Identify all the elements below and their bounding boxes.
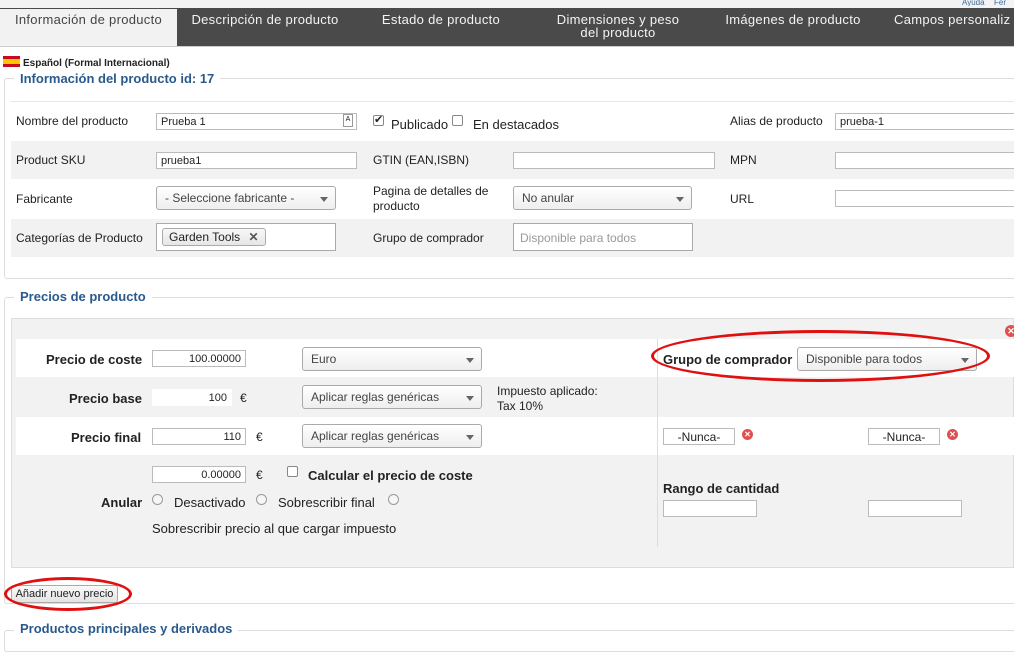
base-currency-symbol: € bbox=[240, 391, 247, 405]
override-disabled-radio[interactable] bbox=[152, 494, 163, 505]
product-sku-input[interactable]: prueba1 bbox=[156, 152, 357, 169]
qty-from-input[interactable] bbox=[663, 500, 757, 517]
tab-product-images[interactable]: Imágenes de producto bbox=[707, 9, 879, 46]
tab-dimensions-weight[interactable]: Dimensiones y peso del producto bbox=[529, 9, 707, 46]
language-label: Español (Formal Internacional) bbox=[23, 58, 170, 69]
details-page-label: Pagina de detalles de producto bbox=[373, 184, 489, 213]
mpn-label: MPN bbox=[730, 153, 757, 167]
mpn-input[interactable] bbox=[835, 152, 1014, 169]
qty-to-input[interactable] bbox=[868, 500, 962, 517]
remove-price-icon[interactable]: ✕ bbox=[1005, 325, 1014, 337]
categories-multiselect[interactable]: Garden Tools ✕ bbox=[156, 223, 336, 251]
final-price-input[interactable]: 110 bbox=[152, 428, 246, 445]
tab-product-info[interactable]: Información de producto bbox=[0, 9, 177, 46]
chevron-down-icon bbox=[466, 358, 474, 363]
gtin-input[interactable] bbox=[513, 152, 715, 169]
url-label: URL bbox=[730, 192, 755, 206]
spain-flag-icon bbox=[3, 56, 20, 67]
override-tax-radio[interactable] bbox=[388, 494, 399, 505]
product-alias-input[interactable]: prueba-1 bbox=[835, 113, 1014, 130]
shopper-group-label: Grupo de comprador bbox=[373, 231, 484, 245]
cost-price-label: Precio de coste bbox=[46, 352, 143, 367]
product-prices-legend: Precios de producto bbox=[14, 289, 152, 304]
cost-price-input[interactable]: 100.00000 bbox=[152, 350, 246, 367]
tax-applied-label: Impuesto aplicado: bbox=[497, 384, 598, 398]
highlight-shopper-group-oval bbox=[651, 330, 990, 382]
language-field-icon[interactable]: A bbox=[343, 114, 353, 127]
chevron-down-icon bbox=[466, 396, 474, 401]
highlight-add-price-oval bbox=[4, 577, 132, 611]
tax-applied-value: Tax 10% bbox=[497, 399, 544, 413]
top-strip bbox=[0, 0, 1014, 8]
url-input[interactable] bbox=[835, 190, 1014, 207]
product-sku-label: Product SKU bbox=[16, 153, 86, 167]
final-rule-select[interactable]: Aplicar reglas genéricas bbox=[302, 424, 482, 448]
tab-product-status[interactable]: Estado de producto bbox=[353, 9, 529, 46]
chevron-down-icon bbox=[676, 197, 684, 202]
manufacturer-label: Fabricante bbox=[16, 192, 73, 206]
override-final-radio[interactable] bbox=[256, 494, 267, 505]
final-price-label: Precio final bbox=[71, 430, 142, 445]
base-rule-select[interactable]: Aplicar reglas genéricas bbox=[302, 385, 482, 409]
categories-label: Categorías de Producto bbox=[16, 231, 143, 245]
price-col-divider bbox=[657, 339, 658, 547]
override-tax-label: Sobrescribir precio al que cargar impues… bbox=[152, 521, 397, 536]
calc-cost-label: Calcular el precio de coste bbox=[308, 468, 473, 483]
date-from-input[interactable]: -Nunca- bbox=[663, 428, 735, 445]
featured-label: En destacados bbox=[473, 117, 560, 132]
parent-child-legend: Productos principales y derivados bbox=[14, 621, 239, 636]
chevron-down-icon bbox=[320, 197, 328, 202]
product-alias-label: Alias de producto bbox=[730, 114, 823, 128]
currency-select[interactable]: Euro bbox=[302, 347, 482, 371]
clear-date-to-icon[interactable]: ✕ bbox=[947, 429, 958, 440]
product-name-input[interactable]: Prueba 1 bbox=[156, 113, 357, 130]
final-currency-symbol: € bbox=[256, 430, 263, 444]
calc-cost-checkbox[interactable] bbox=[287, 466, 298, 477]
manufacturer-select[interactable]: - Seleccione fabricante - bbox=[156, 186, 336, 210]
tab-bar-divider bbox=[0, 46, 1014, 47]
shopper-group-multiselect[interactable]: Disponible para todos bbox=[513, 223, 693, 251]
published-label: Publicado bbox=[391, 117, 449, 132]
gtin-label: GTIN (EAN,ISBN) bbox=[373, 153, 470, 167]
quantity-range-label: Rango de cantidad bbox=[663, 481, 780, 496]
help-link[interactable]: Ayuda bbox=[962, 0, 985, 6]
chevron-down-icon bbox=[466, 435, 474, 440]
clear-date-from-icon[interactable]: ✕ bbox=[742, 429, 753, 440]
tab-product-description[interactable]: Descripción de producto bbox=[177, 9, 353, 46]
override-currency-symbol: € bbox=[256, 468, 263, 482]
override-label: Anular bbox=[101, 495, 143, 510]
date-to-input[interactable]: -Nunca- bbox=[868, 428, 940, 445]
override-final-label: Sobrescribir final bbox=[278, 495, 375, 510]
base-price-input[interactable]: 100 bbox=[152, 389, 232, 406]
details-page-select[interactable]: No anular bbox=[513, 186, 692, 210]
override-price-input[interactable]: 0.00000 bbox=[152, 466, 246, 483]
product-name-label: Nombre del producto bbox=[16, 114, 129, 128]
category-tag[interactable]: Garden Tools ✕ bbox=[162, 228, 266, 246]
override-disabled-label: Desactivado bbox=[174, 495, 246, 510]
published-checkbox[interactable] bbox=[373, 113, 384, 126]
tab-custom-fields[interactable]: Campos personaliz bbox=[879, 9, 1014, 46]
base-price-label: Precio base bbox=[69, 391, 142, 406]
featured-checkbox[interactable] bbox=[452, 115, 463, 126]
product-info-legend: Información del producto id: 17 bbox=[14, 71, 221, 86]
remove-tag-icon[interactable]: ✕ bbox=[249, 230, 259, 244]
more-link[interactable]: Fer bbox=[994, 0, 1006, 6]
